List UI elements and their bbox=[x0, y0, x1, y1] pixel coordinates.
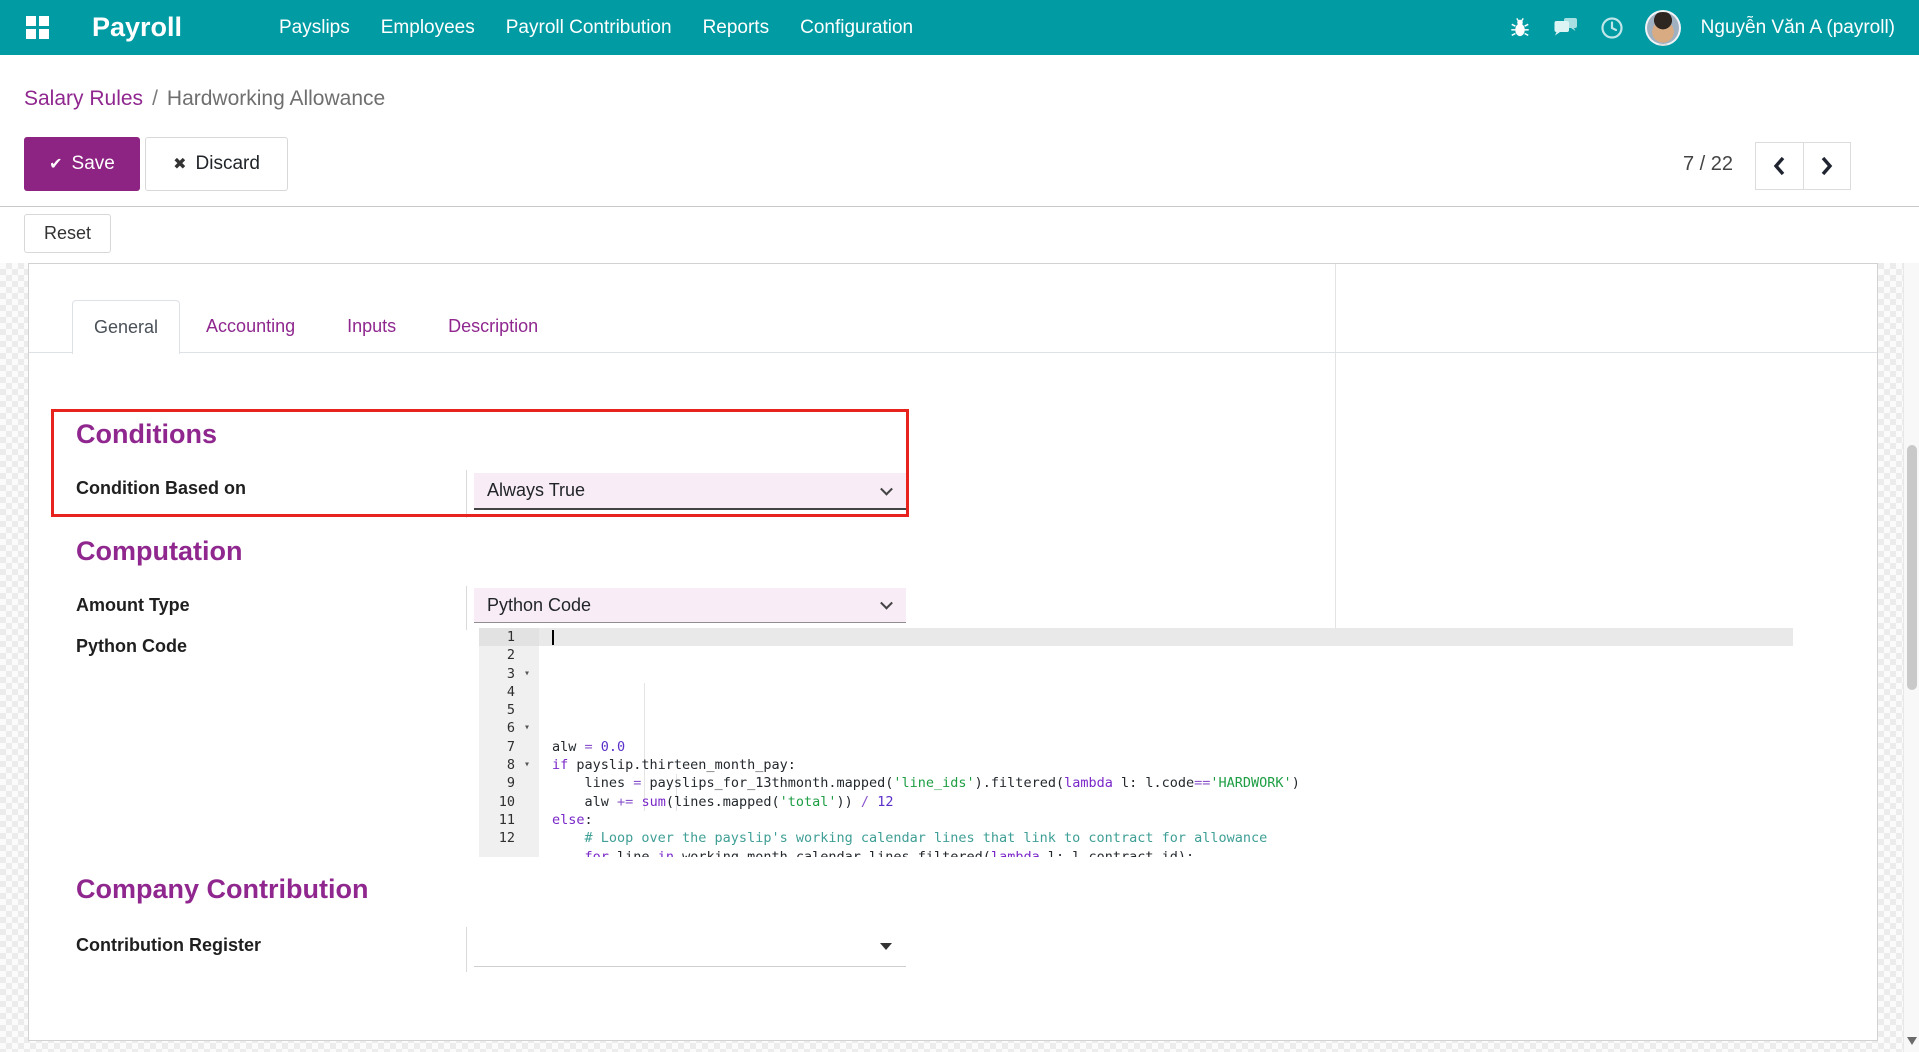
amount-type-label: Amount Type bbox=[76, 595, 190, 616]
check-icon: ✔ bbox=[49, 154, 62, 174]
dropdown-caret-icon bbox=[880, 943, 892, 950]
code-line: # Loop over the payslip's working calend… bbox=[539, 829, 1793, 847]
nav-item-payslips[interactable]: Payslips bbox=[279, 17, 350, 39]
gutter-line-number[interactable]: 11 bbox=[479, 811, 539, 829]
nav-menu-bar: Payslips Employees Payroll Contribution … bbox=[279, 0, 913, 55]
chevron-down-icon bbox=[880, 597, 893, 610]
gutter-line-number[interactable]: 6▾ bbox=[479, 719, 539, 737]
code-line: if payslip.thirteen_month_pay: bbox=[539, 756, 1793, 774]
gutter-line-number[interactable]: 5 bbox=[479, 701, 539, 719]
nav-item-reports[interactable]: Reports bbox=[703, 17, 770, 39]
discard-button-label: Discard bbox=[196, 153, 260, 175]
code-line: for line in working_month_calendar_lines… bbox=[539, 848, 1793, 857]
breadcrumb-parent-link[interactable]: Salary Rules bbox=[24, 87, 143, 110]
vertical-scrollbar[interactable] bbox=[1903, 207, 1919, 1052]
section-title-company-contribution: Company Contribution bbox=[76, 874, 368, 905]
content-area: General Accounting Inputs Description Co… bbox=[0, 263, 1903, 1052]
fold-arrow-icon[interactable]: ▾ bbox=[515, 665, 539, 683]
pager-previous-button[interactable] bbox=[1756, 143, 1803, 189]
breadcrumb: Salary Rules / Hardworking Allowance bbox=[24, 87, 385, 111]
python-code-editor[interactable]: 123▾456▾78▾9101112 alw = 0.0if payslip.t… bbox=[479, 628, 1793, 857]
apps-grid-icon[interactable] bbox=[26, 16, 49, 39]
code-line bbox=[539, 719, 1793, 737]
breadcrumb-separator: / bbox=[152, 87, 158, 110]
debug-bug-icon[interactable] bbox=[1507, 15, 1533, 41]
nav-item-payroll-contribution[interactable]: Payroll Contribution bbox=[506, 17, 672, 39]
user-avatar[interactable] bbox=[1645, 10, 1681, 46]
contribution-register-dropdown[interactable] bbox=[474, 932, 906, 967]
condition-based-on-select[interactable]: Always True bbox=[474, 473, 906, 510]
label-cell-separator bbox=[466, 470, 467, 518]
messages-chat-icon[interactable] bbox=[1553, 15, 1579, 41]
code-gutter: 123▾456▾78▾9101112 bbox=[479, 628, 539, 857]
text-cursor bbox=[552, 630, 554, 645]
python-code-label: Python Code bbox=[76, 636, 187, 657]
nav-item-configuration[interactable]: Configuration bbox=[800, 17, 913, 39]
section-title-computation: Computation bbox=[76, 536, 242, 567]
tab-description[interactable]: Description bbox=[422, 300, 564, 352]
code-line: else: bbox=[539, 811, 1793, 829]
code-line: alw += sum(lines.mapped('total')) / 12 bbox=[539, 793, 1793, 811]
tab-inputs[interactable]: Inputs bbox=[321, 300, 422, 352]
gutter-line-number[interactable]: 8▾ bbox=[479, 756, 539, 774]
breadcrumb-current: Hardworking Allowance bbox=[167, 87, 385, 110]
active-line-highlight bbox=[539, 628, 1793, 646]
amount-type-select[interactable]: Python Code bbox=[474, 588, 906, 623]
pager-buttons bbox=[1755, 142, 1851, 190]
notebook-tabs: General Accounting Inputs Description bbox=[29, 300, 1877, 353]
pager-next-button[interactable] bbox=[1803, 143, 1850, 189]
activities-clock-icon[interactable] bbox=[1599, 15, 1625, 41]
amount-type-value: Python Code bbox=[487, 595, 591, 616]
tab-general[interactable]: General bbox=[72, 300, 180, 354]
gutter-line-number[interactable]: 3▾ bbox=[479, 665, 539, 683]
gutter-line-number[interactable]: 10 bbox=[479, 793, 539, 811]
navbar-right: Nguyễn Văn A (payroll) bbox=[1507, 0, 1895, 55]
top-navbar: Payroll Payslips Employees Payroll Contr… bbox=[0, 0, 1919, 55]
contribution-register-label: Contribution Register bbox=[76, 935, 261, 956]
save-button[interactable]: ✔ Save bbox=[24, 137, 140, 191]
condition-based-on-value: Always True bbox=[487, 480, 585, 501]
code-lines: alw = 0.0if payslip.thirteen_month_pay: … bbox=[539, 719, 1793, 857]
control-panel: Salary Rules / Hardworking Allowance ✔ Sav… bbox=[0, 55, 1919, 207]
user-menu[interactable]: Nguyễn Văn A (payroll) bbox=[1701, 17, 1895, 39]
save-button-label: Save bbox=[72, 153, 115, 175]
fold-arrow-icon[interactable]: ▾ bbox=[515, 756, 539, 774]
gutter-line-number[interactable]: 9 bbox=[479, 774, 539, 792]
nav-item-employees[interactable]: Employees bbox=[381, 17, 475, 39]
tab-accounting[interactable]: Accounting bbox=[180, 300, 321, 352]
x-icon: ✖ bbox=[173, 154, 186, 174]
chevron-down-icon bbox=[880, 482, 893, 495]
pager-value[interactable]: 7 / 22 bbox=[1668, 137, 1748, 191]
gutter-line-number[interactable]: 12 bbox=[479, 829, 539, 847]
gutter-line-number[interactable]: 1 bbox=[479, 628, 539, 646]
condition-based-on-label: Condition Based on bbox=[76, 478, 246, 499]
gutter-line-number[interactable]: 7 bbox=[479, 738, 539, 756]
gutter-line-number[interactable]: 4 bbox=[479, 683, 539, 701]
code-area[interactable]: alw = 0.0if payslip.thirteen_month_pay: … bbox=[539, 628, 1793, 857]
reset-button[interactable]: Reset bbox=[24, 214, 111, 253]
fold-arrow-icon[interactable]: ▾ bbox=[515, 719, 539, 737]
chevron-right-icon bbox=[1820, 156, 1834, 176]
app-brand[interactable]: Payroll bbox=[92, 0, 182, 55]
label-cell-separator bbox=[466, 586, 467, 630]
scroll-down-arrow-icon[interactable] bbox=[1907, 1037, 1917, 1045]
label-cell-separator bbox=[466, 927, 467, 972]
form-statusbar: Reset bbox=[0, 207, 1919, 263]
gutter-line-number[interactable]: 2 bbox=[479, 646, 539, 664]
form-sheet: General Accounting Inputs Description Co… bbox=[28, 263, 1878, 1041]
code-line: alw = 0.0 bbox=[539, 738, 1793, 756]
discard-button[interactable]: ✖ Discard bbox=[145, 137, 288, 191]
chevron-left-icon bbox=[1772, 156, 1786, 176]
scrollbar-thumb[interactable] bbox=[1907, 445, 1917, 690]
section-title-conditions: Conditions bbox=[76, 419, 217, 450]
code-line: lines = payslips_for_13thmonth.mapped('l… bbox=[539, 774, 1793, 792]
